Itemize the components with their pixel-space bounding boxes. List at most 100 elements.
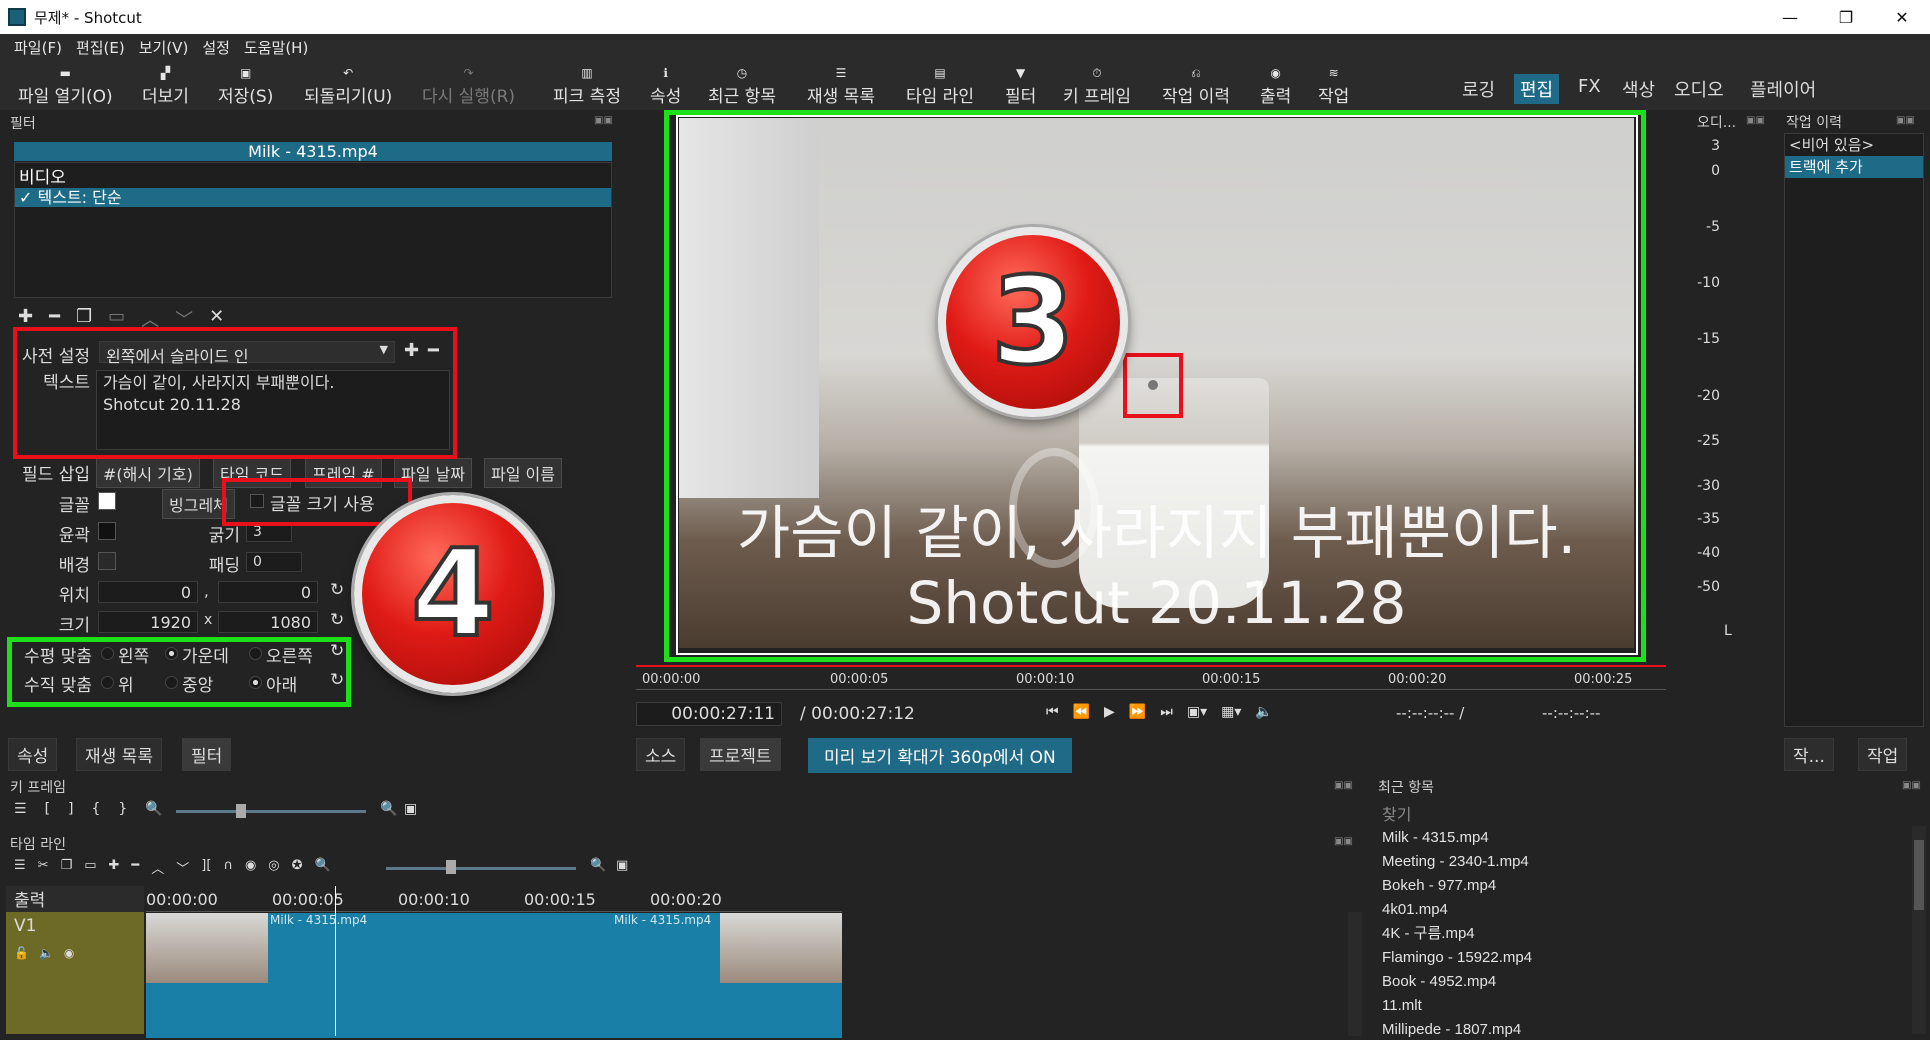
dock-float-icon[interactable]: ▣▣: [1902, 780, 1921, 791]
menu-view[interactable]: 보기(V): [139, 37, 189, 58]
filter-list[interactable]: 비디오 ✓ 텍스트: 단순: [14, 162, 612, 298]
menu-file[interactable]: 파일(F): [14, 37, 62, 58]
snap-icon[interactable]: ∩: [223, 858, 233, 877]
menu-settings[interactable]: 설정: [202, 37, 230, 58]
tab-source[interactable]: 소스: [636, 738, 686, 771]
mode-audio[interactable]: 오디오: [1668, 74, 1730, 104]
size-reset-icon[interactable]: ↻: [330, 610, 344, 630]
history-list[interactable]: <비어 있음> 트랙에 추가: [1784, 133, 1924, 727]
size-width-input[interactable]: 1920: [98, 611, 198, 633]
zoom-in-icon[interactable]: 🔍: [590, 858, 606, 873]
properties-button[interactable]: ℹ 속성: [650, 64, 681, 107]
lock-icon[interactable]: 🔓: [14, 946, 29, 960]
preview-scaling-button[interactable]: 미리 보기 확대가 360p에서 ON: [808, 738, 1072, 773]
close-button[interactable]: ✕: [1874, 0, 1930, 34]
menu-icon[interactable]: ☰: [14, 801, 27, 817]
insert-hash-button[interactable]: #(해시 기호): [96, 458, 200, 488]
list-item[interactable]: 4K - 구름.mp4: [1376, 922, 1912, 946]
zoom-icon[interactable]: ▣▾: [1187, 704, 1207, 720]
recent-scroll-thumb[interactable]: [1914, 840, 1924, 910]
skip-start-icon[interactable]: ⏮: [1046, 704, 1059, 720]
position-x-input[interactable]: 0: [98, 581, 198, 603]
skip-end-icon[interactable]: ⏭: [1160, 704, 1173, 720]
eye-icon[interactable]: ◉: [64, 946, 74, 960]
background-color-swatch[interactable]: [98, 552, 116, 570]
recent-search-input[interactable]: 찾기: [1376, 800, 1926, 824]
history-item[interactable]: 트랙에 추가: [1785, 156, 1923, 178]
list-item[interactable]: Milk - 4315.mp4: [1376, 826, 1912, 850]
dock-float-icon[interactable]: ▣▣: [1334, 836, 1353, 847]
tab-filters[interactable]: 필터: [182, 738, 232, 771]
set-out-icon[interactable]: ]: [68, 801, 73, 817]
more-button[interactable]: ▞ 더보기: [142, 64, 189, 107]
zoom-fit-icon[interactable]: ▣: [404, 801, 417, 817]
cut-icon[interactable]: ✂: [38, 858, 49, 877]
tab-history[interactable]: 작...: [1784, 738, 1834, 771]
keyframes-zoom-slider[interactable]: [176, 810, 366, 813]
mode-fx[interactable]: FX: [1572, 74, 1607, 99]
lift-icon[interactable]: ︿: [151, 858, 164, 877]
zoom-out-icon[interactable]: 🔍: [315, 858, 331, 877]
set-in-icon[interactable]: [: [45, 801, 50, 817]
menu-icon[interactable]: ☰: [14, 858, 26, 877]
minimize-button[interactable]: —: [1762, 0, 1818, 34]
playlist-button[interactable]: ☰ 재생 목록: [807, 64, 875, 107]
current-time-input[interactable]: 00:00:27:11: [636, 702, 782, 726]
position-y-input[interactable]: 0: [218, 581, 318, 603]
keyframes-button[interactable]: ⏱ 키 프레임: [1063, 64, 1131, 107]
recent-scrollbar[interactable]: [1912, 826, 1926, 1034]
menu-help[interactable]: 도움말(H): [244, 37, 308, 58]
history-button[interactable]: ⎌ 작업 이력: [1162, 64, 1230, 107]
tab-jobs[interactable]: 작업: [1858, 738, 1908, 771]
dock-float-icon[interactable]: ▣▣: [1896, 115, 1915, 126]
open-file-button[interactable]: ▬ 파일 열기(O): [18, 64, 113, 107]
peak-meter-button[interactable]: ▥ 피크 측정: [553, 64, 621, 107]
jobs-button[interactable]: ≋ 작업: [1318, 64, 1349, 107]
position-reset-icon[interactable]: ↻: [330, 580, 344, 600]
timeline-zoom-handle[interactable]: [446, 860, 456, 874]
list-item[interactable]: Book - 4952.mp4: [1376, 970, 1912, 994]
grid-icon[interactable]: ▦▾: [1221, 704, 1241, 720]
prev-keyframe-icon[interactable]: {: [92, 801, 101, 817]
recent-list[interactable]: Milk - 4315.mp4 Meeting - 2340-1.mp4 Bok…: [1376, 826, 1912, 1040]
filters-button[interactable]: ▼ 필터: [1005, 64, 1036, 107]
save-button[interactable]: ▣ 저장(S): [218, 64, 273, 107]
play-icon[interactable]: ▶: [1104, 704, 1115, 720]
ripple-icon[interactable]: ◎: [268, 858, 279, 877]
next-keyframe-icon[interactable]: }: [118, 801, 127, 817]
list-item[interactable]: 4k01.mp4: [1376, 898, 1912, 922]
tab-properties[interactable]: 속성: [8, 738, 58, 771]
history-item[interactable]: <비어 있음>: [1785, 134, 1923, 156]
filter-item-text-simple[interactable]: ✓ 텍스트: 단순: [15, 188, 611, 207]
append-icon[interactable]: ✚: [109, 858, 120, 877]
checkmark-icon[interactable]: ✓: [19, 188, 38, 207]
export-button[interactable]: ◉ 출력: [1260, 64, 1291, 107]
timeline-scrollbar[interactable]: [1348, 912, 1362, 1036]
mode-player[interactable]: 플레이어: [1744, 74, 1822, 104]
redo-button[interactable]: ↷ 다시 실행(R): [422, 64, 515, 107]
position-handle[interactable]: [1148, 380, 1158, 390]
list-item[interactable]: Bokeh - 977.mp4: [1376, 874, 1912, 898]
volume-icon[interactable]: 🔈: [1255, 704, 1272, 720]
dock-float-icon[interactable]: ▣▣: [1746, 115, 1765, 126]
mode-editing[interactable]: 편집: [1514, 74, 1560, 104]
timeline-zoom-slider[interactable]: [386, 867, 576, 870]
menu-edit[interactable]: 편집(E): [76, 37, 125, 58]
mode-color[interactable]: 색상: [1616, 74, 1661, 104]
overwrite-icon[interactable]: ﹀: [176, 858, 189, 877]
playhead[interactable]: [335, 886, 336, 1036]
insert-file-name-button[interactable]: 파일 이름: [484, 458, 562, 488]
recent-button[interactable]: ◷ 최근 항목: [708, 64, 776, 107]
remove-icon[interactable]: ━: [131, 858, 139, 877]
scrub-icon[interactable]: ◉: [245, 858, 256, 877]
tab-playlist[interactable]: 재생 목록: [76, 738, 162, 771]
mode-logging[interactable]: 로깅: [1456, 74, 1501, 104]
size-height-input[interactable]: 1080: [218, 611, 318, 633]
list-item[interactable]: Meeting - 2340-1.mp4: [1376, 850, 1912, 874]
split-icon[interactable]: ][: [201, 858, 211, 877]
zoom-fit-icon[interactable]: ▣: [616, 858, 628, 873]
list-item[interactable]: 11.mlt: [1376, 994, 1912, 1018]
dock-float-icon[interactable]: ▣▣: [1334, 780, 1353, 791]
restore-button[interactable]: ❐: [1818, 0, 1874, 34]
outline-color-swatch[interactable]: [98, 522, 116, 540]
